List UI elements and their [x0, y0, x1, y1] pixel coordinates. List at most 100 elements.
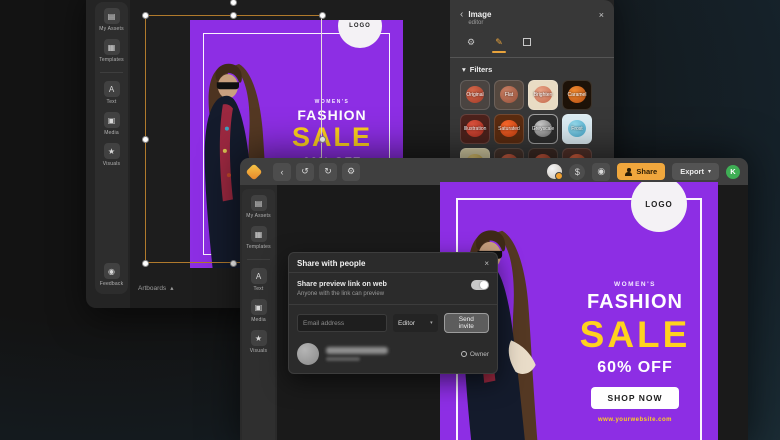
filter-tile-frost[interactable]: Frost [562, 114, 592, 144]
role-dropdown[interactable]: Editor ▾ [393, 314, 438, 332]
filter-tile-original[interactable]: Original [460, 80, 490, 110]
back-icon[interactable]: ‹ [460, 10, 463, 20]
sidebar-item-media[interactable]: ▣ Media [250, 299, 267, 323]
share-link-subtext: Anyone with the link can preview [297, 291, 385, 297]
credits-button[interactable]: $ [569, 163, 586, 180]
poster-title-text[interactable]: FASHION [555, 291, 715, 314]
poster-text-block: WOMEN'S FASHION SALE 60% OFF SHOP NOW ww… [555, 281, 715, 423]
filter-tile-illustration[interactable]: Illustration [460, 114, 490, 144]
adjust-settings-tab[interactable]: ⚙ [464, 36, 478, 48]
settings-button[interactable]: ⚙ [342, 162, 360, 181]
filter-tile-caramel[interactable]: Caramel [562, 80, 592, 110]
export-button[interactable]: Export ▾ [672, 163, 719, 180]
selection-handle-e[interactable] [318, 135, 326, 143]
sidebar-item-text[interactable]: A Text [250, 268, 267, 292]
template-icon: ▦ [250, 226, 267, 242]
filter-tile-saturated[interactable]: Saturated [494, 114, 524, 144]
feedback-icon: ◉ [103, 263, 120, 279]
panel-title: Image [468, 10, 492, 19]
editor-window-front: ‹ ↺ ↻ ⚙ $ ◉ Share Export ▾ K ▤ My Assets… [240, 158, 748, 440]
sidebar-item-label: Visuals [102, 161, 121, 167]
close-icon[interactable]: × [484, 259, 489, 268]
sidebar-item-label: Media [251, 317, 266, 323]
artboards-label: Artboards [138, 284, 167, 292]
sidebar-item-templates[interactable]: ▦ Templates [99, 39, 124, 63]
sidebar-item-label: My Assets [99, 26, 124, 32]
chevron-down-icon: ▾ [462, 65, 466, 74]
undo-button[interactable]: ↺ [296, 162, 314, 181]
owner-label: Owner [469, 350, 489, 358]
poster-sale-text[interactable]: SALE [555, 316, 715, 353]
sidebar-item-my-assets[interactable]: ▤ My Assets [99, 8, 124, 32]
selection-handle-w[interactable] [141, 135, 149, 143]
sidebar-item-label: Templates [99, 57, 124, 63]
chevron-down-icon: ▾ [707, 169, 711, 175]
email-input[interactable] [297, 314, 387, 332]
selection-handle-rotate[interactable] [230, 0, 237, 6]
sidebar-item-label: Templates [246, 244, 271, 250]
sidebar-item-text[interactable]: A Text [103, 81, 120, 105]
share-button[interactable]: Share [617, 163, 666, 180]
shop-now-button[interactable]: SHOP NOW [591, 387, 679, 409]
selection-handle-s[interactable] [230, 259, 237, 267]
filter-label: Brighten [533, 92, 553, 98]
filters-tab[interactable]: ✎ [492, 36, 506, 53]
sidebar-item-label: Visuals [249, 348, 268, 354]
sidebar-item-media[interactable]: ▣ Media [103, 112, 120, 136]
user-avatar[interactable]: K [726, 164, 740, 179]
artboards-toggle[interactable]: Artboards ▴ [130, 281, 181, 295]
collaborator-avatar[interactable] [547, 164, 564, 180]
filter-tile-greyscale[interactable]: Greyscale [528, 114, 558, 144]
sidebar-item-label: Text [253, 286, 264, 292]
sidebar: ▤ My Assets ▦ Templates A Text ▣ Media ★… [242, 189, 275, 440]
sidebar-item-label: Media [104, 130, 119, 136]
text-icon: A [250, 268, 267, 284]
dollar-icon: $ [574, 166, 580, 177]
desktop-background: ▤ My Assets ▦ Templates A Text ▣ Media ★… [0, 0, 780, 440]
back-button[interactable]: ‹ [273, 162, 291, 181]
visuals-icon: ★ [250, 330, 267, 346]
panel-subtitle: editor [468, 20, 484, 26]
sidebar-divider [246, 259, 271, 260]
poster-website-text[interactable]: www.yourwebsite.com [555, 417, 715, 423]
share-dialog: Share with people × Share preview link o… [288, 252, 498, 374]
selection-handle-ne[interactable] [318, 11, 326, 19]
selection-handle-nw[interactable] [141, 11, 149, 19]
folder-icon: ▤ [103, 8, 120, 24]
logo-badge[interactable]: LOGO [338, 20, 382, 48]
crop-tab[interactable] [520, 36, 534, 48]
panel-divider [450, 57, 614, 58]
media-icon: ▣ [103, 112, 120, 128]
filter-tile-brighten[interactable]: Brighten [528, 80, 558, 110]
poster-eyebrow-text[interactable]: WOMEN'S [555, 281, 715, 288]
gear-icon: ⚙ [346, 166, 356, 176]
filter-label: Caramel [567, 92, 587, 98]
send-invite-button[interactable]: Send invite [443, 313, 489, 333]
selection-handle-n[interactable] [230, 11, 237, 19]
selection-handle-sw[interactable] [141, 259, 149, 267]
filter-tile-flat[interactable]: Flat [494, 80, 524, 110]
redo-icon: ↻ [324, 166, 332, 176]
redo-button[interactable]: ↻ [319, 162, 337, 181]
close-icon[interactable]: × [599, 10, 604, 20]
poster-discount-text[interactable]: 60% OFF [555, 359, 715, 377]
sidebar-item-templates[interactable]: ▦ Templates [246, 226, 271, 250]
share-link-toggle[interactable] [471, 280, 489, 290]
filters-header-label: Filters [469, 65, 493, 74]
sidebar-item-visuals[interactable]: ★ Visuals [103, 143, 120, 167]
logo-text: LOGO [645, 199, 673, 209]
share-button-label: Share [636, 167, 658, 176]
add-person-icon [625, 168, 633, 176]
back-icon: ‹ [280, 166, 284, 177]
logo-badge[interactable]: LOGO [631, 182, 687, 232]
member-avatar [297, 343, 319, 365]
app-logo-icon[interactable] [245, 163, 263, 180]
filters-section-header[interactable]: ▾ Filters [462, 65, 604, 74]
sidebar-item-my-assets[interactable]: ▤ My Assets [246, 195, 271, 219]
chevron-up-icon: ▴ [170, 285, 174, 292]
preview-button[interactable]: ◉ [592, 162, 611, 181]
toolbar: ‹ ↺ ↻ ⚙ $ ◉ Share Export ▾ K [240, 158, 748, 185]
sidebar-item-feedback[interactable]: ◉ Feedback [100, 263, 124, 287]
sidebar-item-visuals[interactable]: ★ Visuals [250, 330, 267, 354]
member-row: Owner [289, 341, 497, 367]
